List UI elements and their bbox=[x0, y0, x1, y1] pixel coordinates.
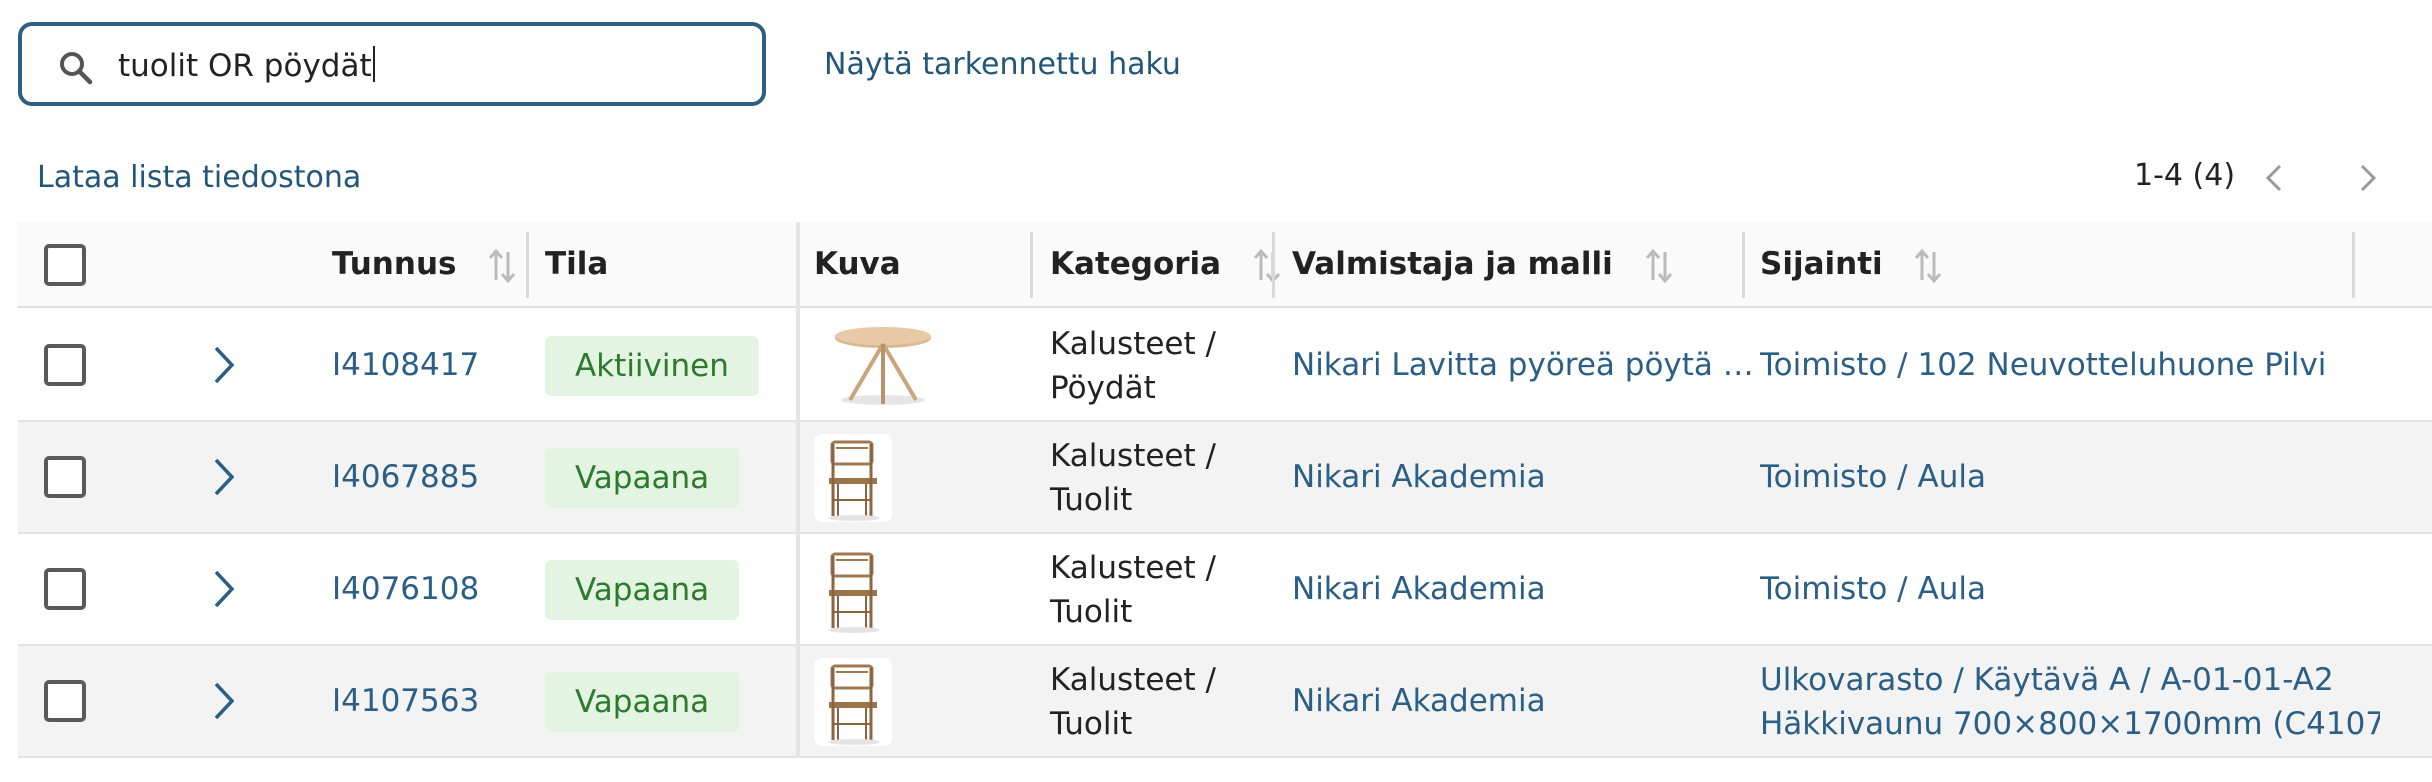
row-checkbox[interactable] bbox=[44, 456, 86, 498]
chevron-right-icon[interactable] bbox=[204, 680, 244, 722]
column-separator[interactable] bbox=[1272, 232, 1275, 298]
chevron-right-icon[interactable] bbox=[204, 456, 244, 498]
select-all-checkbox[interactable] bbox=[44, 244, 86, 286]
category-cell: Kalusteet / Pöydät bbox=[1050, 326, 1216, 406]
maker-link[interactable]: Nikari Akademia bbox=[1292, 568, 1754, 610]
header-maker[interactable]: Valmistaja ja malli bbox=[1292, 244, 1674, 286]
chair-image bbox=[814, 658, 892, 746]
asset-id-link[interactable]: I4108417 bbox=[332, 345, 479, 385]
table-row[interactable]: I4076108 Vapaana Kalusteet / Tuolit Nika… bbox=[18, 534, 2432, 646]
header-image: Kuva bbox=[814, 246, 901, 282]
round-table-image bbox=[835, 327, 931, 405]
asset-id-link[interactable]: I4067885 bbox=[332, 457, 479, 497]
advanced-search-link[interactable]: Näytä tarkennettu haku bbox=[824, 45, 1181, 85]
maker-link[interactable]: Nikari Akademia bbox=[1292, 680, 1754, 722]
category-cell: Kalusteet / Tuolit bbox=[1050, 550, 1216, 630]
column-separator[interactable] bbox=[1742, 232, 1745, 298]
asset-id-link[interactable]: I4076108 bbox=[332, 569, 479, 609]
sort-icon[interactable] bbox=[1913, 246, 1943, 286]
location-line: Häkkivaunu 700×800×1700mm (C4107562 bbox=[1760, 706, 2380, 742]
row-checkbox[interactable] bbox=[44, 568, 86, 610]
header-location[interactable]: Sijainti bbox=[1760, 244, 1943, 286]
table-header: Tunnus Tila Kuva Kategoria Valmistaja ja bbox=[18, 222, 2432, 308]
chair-image bbox=[814, 434, 892, 522]
table-row[interactable]: I4107563 Vapaana Kalusteet / Tuolit Nika… bbox=[18, 646, 2432, 758]
column-separator[interactable] bbox=[526, 232, 529, 298]
search-input-text[interactable]: tuolit OR pöydät bbox=[118, 46, 375, 86]
category-cell: Kalusteet / Tuolit bbox=[1050, 662, 1216, 742]
download-list-link[interactable]: Lataa lista tiedostona bbox=[37, 158, 361, 198]
status-badge: Vapaana bbox=[545, 448, 740, 508]
search-icon bbox=[60, 52, 93, 85]
frozen-column-divider bbox=[796, 222, 800, 758]
chevron-right-icon[interactable] bbox=[204, 344, 244, 386]
status-badge: Aktiivinen bbox=[545, 336, 759, 396]
maker-link[interactable]: Nikari Lavitta pyöreä pöytä h... bbox=[1292, 344, 1754, 386]
status-badge: Vapaana bbox=[545, 560, 740, 620]
column-separator[interactable] bbox=[1030, 232, 1033, 298]
sort-icon[interactable] bbox=[1644, 246, 1674, 286]
assets-table: Tunnus Tila Kuva Kategoria Valmistaja ja bbox=[18, 222, 2432, 758]
chevron-right-icon[interactable] bbox=[204, 568, 244, 610]
header-id[interactable]: Tunnus bbox=[332, 244, 517, 286]
sort-icon[interactable] bbox=[1252, 246, 1282, 286]
location-line: Ulkovarasto / Käytävä A / A-01-01-A2 bbox=[1760, 662, 2334, 698]
column-separator[interactable] bbox=[2352, 232, 2355, 298]
table-row[interactable]: I4108417 Aktiivinen Kalusteet / Pöydät N… bbox=[18, 310, 2432, 422]
chevron-right-icon[interactable] bbox=[2348, 160, 2384, 196]
location-link[interactable]: Toimisto / Aula bbox=[1760, 456, 2380, 498]
chair-image bbox=[814, 546, 892, 634]
row-checkbox[interactable] bbox=[44, 680, 86, 722]
pagination-range: 1-4 (4) bbox=[2134, 158, 2236, 193]
location-link[interactable]: Toimisto / Aula bbox=[1760, 568, 2380, 610]
chevron-left-icon[interactable] bbox=[2258, 160, 2294, 196]
table-row[interactable]: I4067885 Vapaana Kalusteet / Tuolit Nika… bbox=[18, 422, 2432, 534]
asset-id-link[interactable]: I4107563 bbox=[332, 681, 479, 721]
category-cell: Kalusteet / Tuolit bbox=[1050, 438, 1216, 518]
row-checkbox[interactable] bbox=[44, 344, 86, 386]
status-badge: Vapaana bbox=[545, 672, 740, 732]
location-link[interactable]: Ulkovarasto / Käytävä A / A-01-01-A2 Häk… bbox=[1760, 658, 2380, 746]
header-status: Tila bbox=[545, 246, 609, 282]
search-input[interactable]: tuolit OR pöydät bbox=[18, 22, 766, 106]
maker-link[interactable]: Nikari Akademia bbox=[1292, 456, 1754, 498]
sort-icon[interactable] bbox=[487, 246, 517, 286]
location-link[interactable]: Toimisto / 102 Neuvotteluhuone Pilvi bbox=[1760, 344, 2380, 386]
header-category[interactable]: Kategoria bbox=[1050, 244, 1282, 286]
